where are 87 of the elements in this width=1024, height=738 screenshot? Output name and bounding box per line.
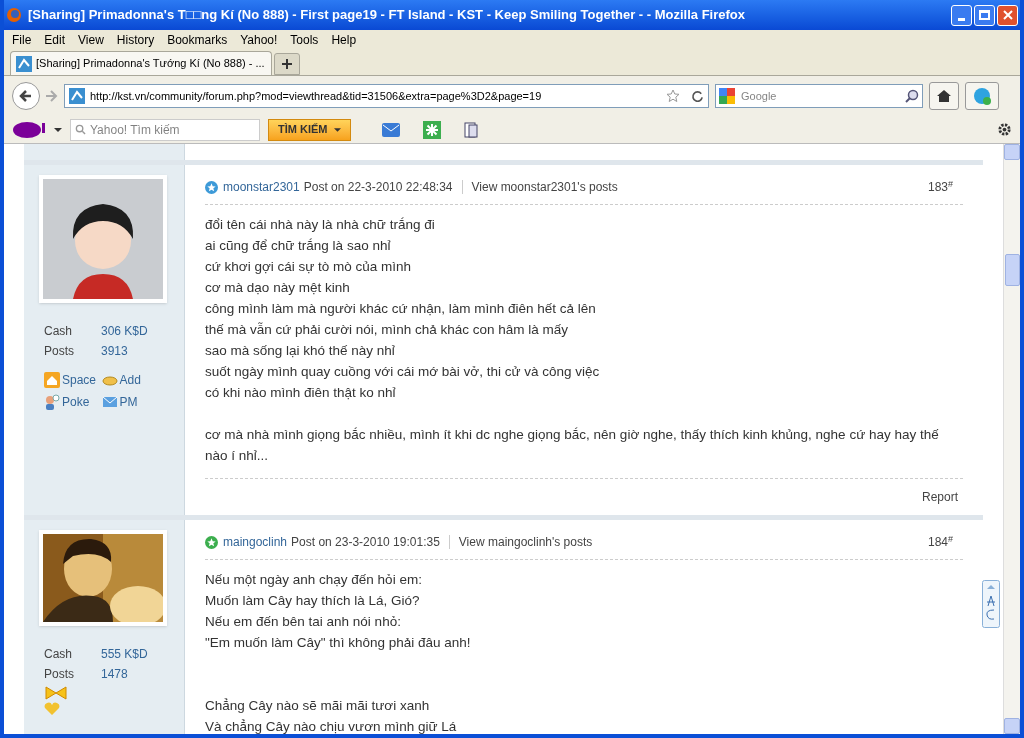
post-text-line: Và chẳng Cây nào chịu vươn mình giữ Lá bbox=[205, 718, 458, 734]
scrollbar[interactable] bbox=[1003, 144, 1020, 734]
profile-link[interactable]: Poke bbox=[44, 391, 102, 413]
post-text-line: đổi tên cái nhà này là nhà chữ trắng đi bbox=[205, 216, 436, 234]
post-text-line: cứ khơi gợi cái sự tò mò của mình bbox=[205, 258, 413, 276]
menu-item[interactable]: File bbox=[12, 31, 32, 49]
post-text-line: thế mà vẫn cứ phải cười nói, mình chả khác con hâm là mấy bbox=[205, 321, 570, 339]
stat-label: Posts bbox=[43, 666, 75, 683]
search-field[interactable]: Google bbox=[741, 87, 899, 105]
report-link[interactable]: Report bbox=[921, 488, 958, 506]
stat-value[interactable]: 1478 bbox=[101, 664, 128, 684]
menu-item[interactable]: Yahoo! bbox=[240, 31, 278, 49]
star-icon[interactable] bbox=[666, 89, 680, 103]
stat-value[interactable]: 306 K$D bbox=[101, 321, 148, 341]
menu-item[interactable]: Tools bbox=[290, 31, 319, 49]
skype-button[interactable] bbox=[965, 82, 999, 110]
reload-icon[interactable] bbox=[691, 89, 704, 103]
profile-link[interactable]: Space bbox=[44, 369, 102, 391]
post-date: Post on 23-3-2010 19:01:35 bbox=[291, 534, 440, 551]
dropdown-caret-icon[interactable] bbox=[54, 127, 62, 132]
post-date: Post on 22-3-2010 22:48:34 bbox=[303, 179, 453, 196]
author-link[interactable]: maingoclinh bbox=[223, 533, 288, 551]
post-number: 183$^{#}$ bbox=[927, 178, 953, 196]
back-to-top-icon[interactable] bbox=[982, 580, 1000, 628]
post-text-line: sao mà sống lại khó thế này nhỉ bbox=[205, 342, 396, 360]
menu-item[interactable]: Bookmarks bbox=[167, 31, 228, 49]
post-text-line: "Em muốn làm Cây" thì không phải đâu anh! bbox=[205, 634, 472, 652]
post-text-line: Muốn làm Cây hay thích là Lá, Gió? bbox=[205, 592, 421, 610]
home-icon bbox=[936, 88, 952, 104]
back-button[interactable] bbox=[12, 82, 40, 110]
stat-label: Cash bbox=[43, 646, 73, 663]
menu-item[interactable]: History bbox=[116, 31, 155, 49]
post-text-line: công mình làm mà người khác cứ nhận, làm mình điên hết cả lên bbox=[205, 300, 597, 318]
address-bar[interactable]: http://kst.vn/community/forum.php?mod=viewthread&tid=31506&extra=page%3D2&page=19 bbox=[64, 84, 709, 108]
post-text-line: có khi nào mình điên thật ko nhỉ bbox=[205, 384, 397, 402]
search-icon bbox=[75, 124, 86, 135]
site-icon bbox=[69, 88, 85, 104]
yahoo-search-field[interactable]: Yahoo! Tìm kiếm bbox=[90, 120, 255, 139]
post-text-line: suốt ngày mình quay cuồng với cái mớ bài vở, thi cử và công việc bbox=[205, 363, 601, 381]
site-icon bbox=[16, 55, 32, 72]
search-icon[interactable] bbox=[905, 89, 919, 103]
post-number: 184$^{#}$ bbox=[927, 533, 953, 551]
minimize-button[interactable] bbox=[951, 4, 972, 26]
envelope-icon bbox=[101, 394, 118, 410]
google-icon bbox=[719, 88, 735, 104]
plus-icon bbox=[282, 59, 292, 69]
asterisk-icon[interactable] bbox=[422, 120, 441, 139]
stat-value[interactable]: 555 K$D bbox=[101, 644, 148, 664]
person-icon bbox=[44, 394, 60, 410]
post-text-line: cơ mà nhà mình giọng bắc nhiều, mình ít khi dc nghe giọng bắc, nên giờ nghe, thấy thích kinh khủng, nghe cứ hay hay thế nào í nhỉ... bbox=[205, 426, 940, 465]
search-box[interactable]: Google bbox=[715, 84, 923, 108]
post-text-line: ai cũng để chữ trắng là sao nhỉ bbox=[205, 237, 392, 255]
yahoo-logo-icon[interactable] bbox=[12, 120, 46, 139]
home-icon bbox=[44, 372, 60, 388]
menu-item[interactable]: View bbox=[78, 31, 104, 49]
caret-icon bbox=[333, 127, 341, 132]
close-icon bbox=[1002, 10, 1013, 20]
window-title: [Sharing] Primadonna's T□□ng Kí (No 888) - First page19 - FT Island - KST - Keep Smiling Together - - Mozilla Firefox bbox=[28, 6, 745, 25]
settings-icon[interactable] bbox=[997, 122, 1012, 137]
post-text-line: Nếu một ngày anh chạy đến hỏi em: bbox=[205, 571, 423, 589]
firefox-icon bbox=[6, 7, 22, 23]
maximize-button[interactable] bbox=[974, 4, 995, 26]
view-posts-link[interactable]: View maingoclinh's posts bbox=[458, 533, 593, 551]
heart-icon bbox=[44, 702, 60, 716]
menu-item[interactable]: Edit bbox=[44, 31, 66, 49]
yahoo-search-button[interactable]: TÌM KIẾM bbox=[268, 118, 351, 141]
new-tab-button[interactable] bbox=[274, 53, 300, 75]
stat-label: Posts bbox=[43, 343, 75, 360]
post-text-line: cơ mà dạo này mệt kinh bbox=[205, 279, 351, 297]
post-text-line: Chẳng Cây nào sẽ mãi mãi tươi xanh bbox=[205, 697, 431, 715]
author-link[interactable]: moonstar2301 bbox=[223, 178, 300, 196]
view-posts-link[interactable]: View moonstar2301's posts bbox=[471, 178, 618, 196]
post-text-line: Nếu em đến bên tai anh nói nhỏ: bbox=[205, 613, 402, 631]
stat-label: Cash bbox=[43, 323, 73, 340]
menu-item[interactable]: Help bbox=[331, 31, 357, 49]
back-arrow-icon bbox=[19, 89, 33, 103]
cloud-icon bbox=[972, 86, 992, 106]
yahoo-search-box[interactable]: Yahoo! Tìm kiếm bbox=[70, 118, 260, 141]
browser-tab[interactable]: [Sharing] Primadonna's Tướng Kí (No 888) - ... bbox=[10, 51, 272, 75]
stat-value[interactable]: 3913 bbox=[101, 341, 128, 361]
bow-icon bbox=[44, 686, 68, 700]
profile-link[interactable]: PM bbox=[101, 391, 159, 413]
profile-link[interactable]: Add bbox=[101, 369, 159, 391]
close-button[interactable] bbox=[997, 4, 1018, 26]
home-button[interactable] bbox=[929, 82, 959, 110]
mail-icon[interactable] bbox=[380, 121, 401, 138]
document-icon[interactable] bbox=[462, 121, 479, 138]
